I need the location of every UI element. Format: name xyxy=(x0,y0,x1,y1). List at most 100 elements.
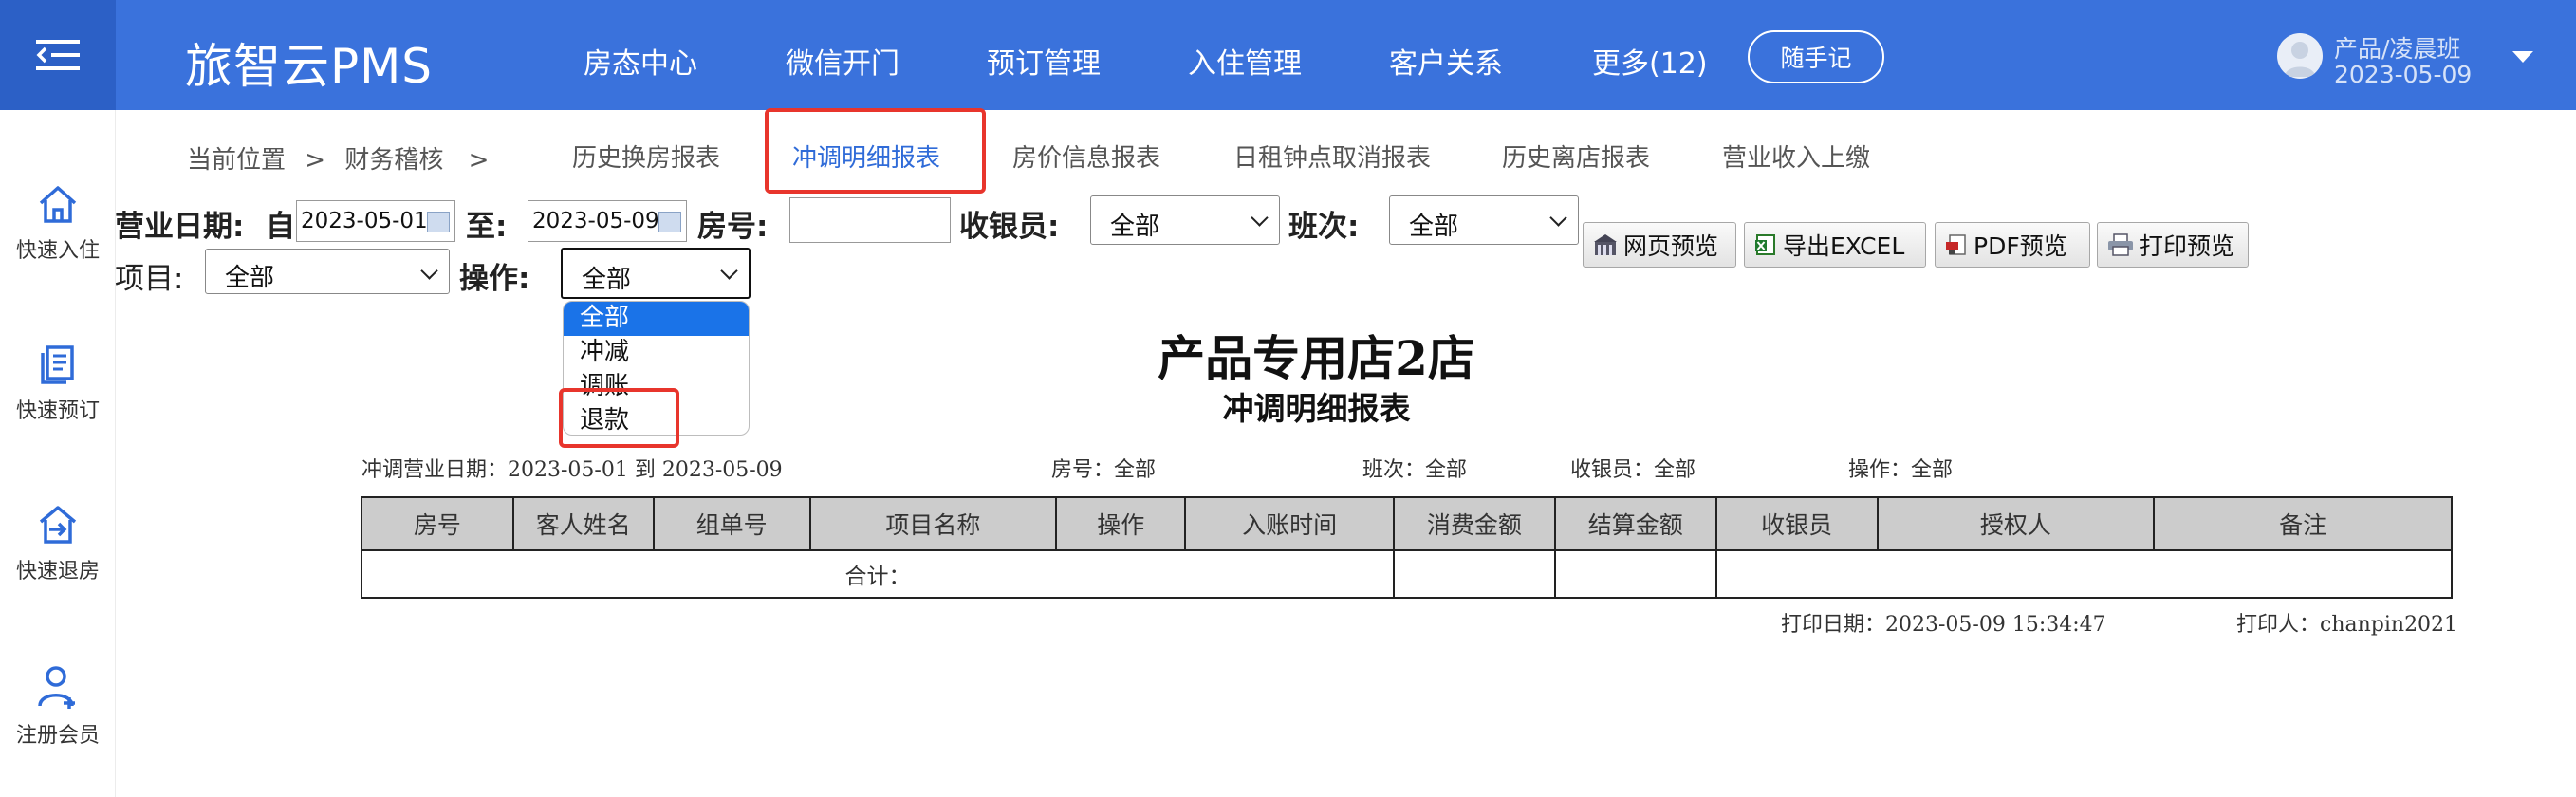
chevron-down-icon xyxy=(720,262,738,280)
breadcrumb-separator: > xyxy=(305,146,326,175)
from-label: 自 xyxy=(266,210,295,244)
room-input[interactable] xyxy=(789,197,951,243)
checkout-icon xyxy=(39,506,77,544)
sidebar-item-register-member[interactable]: 注册会员 xyxy=(0,663,116,749)
chevron-down-icon xyxy=(420,262,438,280)
breadcrumb: 当前位置 > 财务稽核 > xyxy=(187,140,489,176)
cashier-label: 收银员: xyxy=(959,210,1060,244)
sidebar-item-label: 快速退房 xyxy=(15,560,100,584)
to-date-input[interactable]: 2023-05-09 xyxy=(528,200,687,242)
report-meta-shift: 班次：全部 xyxy=(1362,458,1468,482)
print-date: 打印日期：2023-05-09 15:34:47 xyxy=(1781,613,2106,637)
sidebar-item-label: 快速入住 xyxy=(15,239,100,263)
add-user-icon xyxy=(38,666,75,709)
column-header: 授权人 xyxy=(1876,496,2156,551)
chevron-down-icon xyxy=(1251,209,1269,227)
memo-button[interactable]: 随手记 xyxy=(1748,30,1884,83)
home-icon xyxy=(39,186,77,223)
report-meta-cashier: 收银员：全部 xyxy=(1570,458,1696,482)
shift-select-value: 全部 xyxy=(1409,213,1459,241)
active-tab-highlight-box xyxy=(765,108,986,194)
tab-revenue-submit[interactable]: 营业收入上缴 xyxy=(1722,139,1870,174)
column-header: 客人姓名 xyxy=(511,496,655,551)
shift-select[interactable]: 全部 xyxy=(1389,195,1579,245)
print-preview-label: 打印预览 xyxy=(2140,232,2235,260)
item-label: 项目: xyxy=(115,262,184,296)
column-header: 结算金额 xyxy=(1553,496,1717,551)
tab-history-departure[interactable]: 历史离店报表 xyxy=(1502,139,1650,174)
report-meta-date-range: 冲调营业日期：2023-05-01 到 2023-05-09 xyxy=(361,458,783,482)
report-title: 冲调明细报表 xyxy=(1222,390,1411,427)
from-date-input[interactable]: 2023-05-01 xyxy=(296,200,455,242)
column-header: 入账时间 xyxy=(1184,496,1395,551)
user-avatar-icon xyxy=(2285,42,2315,77)
shift-label: 班次: xyxy=(1288,210,1360,244)
export-excel-label: 导出EXCEL xyxy=(1783,232,1905,260)
top-header: 旅智云PMS 房态中心 微信开门 预订管理 入住管理 客户关系 更多(12) 随… xyxy=(0,0,2576,110)
cashier-select[interactable]: 全部 xyxy=(1090,195,1280,245)
pdf-preview-label: PDF预览 xyxy=(1974,232,2067,260)
item-select[interactable]: 全部 xyxy=(205,249,450,294)
calendar-icon[interactable] xyxy=(658,212,681,232)
total-label-cell: 合计： xyxy=(361,549,1395,599)
column-header: 项目名称 xyxy=(808,496,1058,551)
user-menu-chevron-down-icon[interactable] xyxy=(2512,51,2533,63)
column-header: 操作 xyxy=(1055,496,1187,551)
business-date-label: 营业日期: xyxy=(115,210,245,244)
total-consumption-cell xyxy=(1392,549,1556,599)
nav-checkin[interactable]: 入住管理 xyxy=(1188,40,1302,82)
tab-room-rate-info[interactable]: 房价信息报表 xyxy=(1012,139,1160,174)
breadcrumb-section: 财务稽核 xyxy=(344,146,444,175)
item-select-value: 全部 xyxy=(225,264,275,292)
left-sidebar: 快速入住 快速预订 快速退房 注册会员 xyxy=(0,110,116,797)
user-name: 产品/凌晨班 xyxy=(2334,35,2461,63)
operation-select-value: 全部 xyxy=(582,266,632,294)
avatar[interactable] xyxy=(2277,33,2323,79)
tab-history-room-change[interactable]: 历史换房报表 xyxy=(572,139,720,174)
pdf-icon xyxy=(1946,234,1966,255)
operation-select[interactable]: 全部 xyxy=(561,248,751,299)
calendar-icon[interactable] xyxy=(427,212,450,232)
nav-wechat-door[interactable]: 微信开门 xyxy=(786,40,899,82)
room-label: 房号: xyxy=(697,210,769,244)
export-excel-button[interactable]: 导出EXCEL xyxy=(1744,222,1926,268)
printer-name: 打印人：chanpin2021 xyxy=(2236,613,2458,637)
menu-collapse-icon xyxy=(36,40,80,70)
pdf-preview-button[interactable]: PDF预览 xyxy=(1935,222,2090,268)
column-header: 备注 xyxy=(2153,496,2453,551)
operation-label: 操作: xyxy=(459,262,530,296)
printer-icon xyxy=(2108,233,2133,256)
column-header: 消费金额 xyxy=(1392,496,1556,551)
web-preview-label: 网页预览 xyxy=(1623,232,1719,260)
total-empty-cell xyxy=(1714,549,2454,599)
report-meta-room: 房号：全部 xyxy=(1051,458,1157,482)
to-label: 至: xyxy=(466,210,508,244)
menu-toggle-button[interactable] xyxy=(0,0,116,110)
nav-room-status[interactable]: 房态中心 xyxy=(584,40,697,82)
breadcrumb-current: 当前位置 xyxy=(187,146,287,175)
report-hotel-name: 产品专用店2店 xyxy=(1158,330,1475,386)
nav-more[interactable]: 更多(12) xyxy=(1592,40,1708,82)
excel-icon xyxy=(1755,234,1775,255)
column-header: 组单号 xyxy=(652,496,811,551)
brand-logo: 旅智云PMS xyxy=(185,39,434,94)
column-header: 收银员 xyxy=(1714,496,1879,551)
table-total-row: 合计： xyxy=(361,549,2454,599)
nav-customer[interactable]: 客户关系 xyxy=(1389,40,1503,82)
building-icon xyxy=(1594,234,1617,255)
breadcrumb-separator: > xyxy=(468,146,490,175)
web-preview-button[interactable]: 网页预览 xyxy=(1583,222,1736,268)
column-header: 房号 xyxy=(361,496,514,551)
print-preview-button[interactable]: 打印预览 xyxy=(2097,222,2249,268)
sidebar-item-label: 注册会员 xyxy=(15,724,100,748)
sidebar-item-quick-checkout[interactable]: 快速退房 xyxy=(0,503,116,584)
tab-daily-hourly-cancel[interactable]: 日租钟点取消报表 xyxy=(1233,139,1431,174)
table-header-row: 房号 客人姓名 组单号 项目名称 操作 入账时间 消费金额 结算金额 收银员 授… xyxy=(361,496,2453,551)
chevron-down-icon xyxy=(1549,209,1567,227)
cashier-select-value: 全部 xyxy=(1110,213,1160,241)
to-date-value: 2023-05-09 xyxy=(532,209,659,233)
sidebar-item-quick-checkin[interactable]: 快速入住 xyxy=(0,182,116,264)
total-settlement-cell xyxy=(1553,549,1717,599)
user-date: 2023-05-09 xyxy=(2334,61,2473,88)
nav-reservation[interactable]: 预订管理 xyxy=(987,40,1101,82)
